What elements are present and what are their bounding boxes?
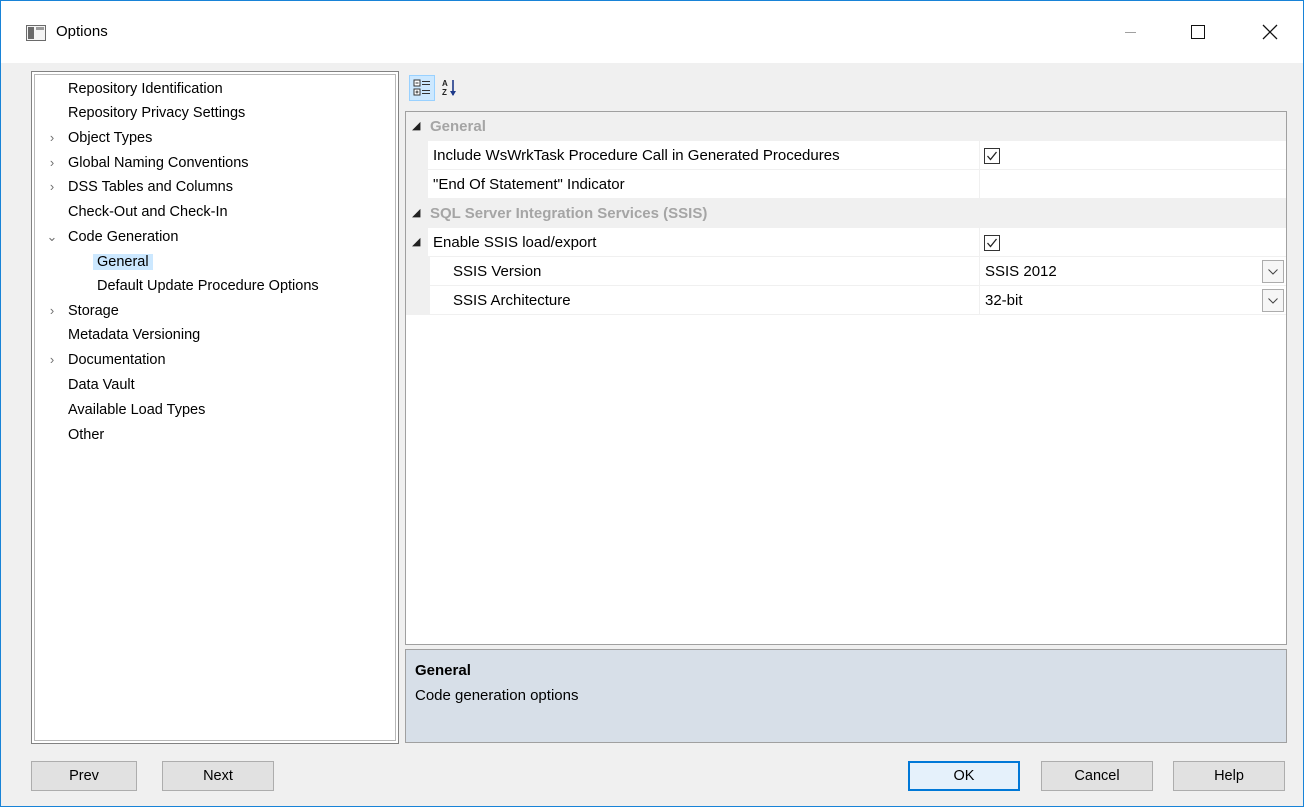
prev-button[interactable]: Prev [31, 761, 137, 791]
chevron-down-icon[interactable]: ⌄ [44, 226, 60, 248]
tree-item-repository-identification[interactable]: Repository Identification [68, 78, 223, 100]
app-window-icon [26, 25, 46, 41]
description-panel: General Code generation options [405, 649, 1287, 743]
tree-item-object-types[interactable]: › Object Types [50, 127, 153, 149]
tree-item-repository-privacy-settings[interactable]: Repository Privacy Settings [68, 102, 245, 124]
tree-item-label: Default Update Procedure Options [97, 278, 319, 294]
category-label: General [430, 118, 486, 135]
property-row-ssis-architecture[interactable]: SSIS Architecture 32-bit [406, 286, 1286, 315]
ssis-architecture-dropdown-button[interactable] [1262, 289, 1284, 312]
maximize-button[interactable] [1175, 1, 1221, 63]
cancel-button[interactable]: Cancel [1041, 761, 1153, 791]
tree-frame: Repository Identification Repository Pri… [34, 74, 396, 741]
options-dialog: Options Repository Identification Reposi… [0, 0, 1304, 807]
tree-item-label: General [93, 254, 153, 270]
property-value-cell [979, 228, 1286, 257]
property-name: SSIS Version [453, 263, 542, 280]
chevron-down-icon [1268, 268, 1278, 275]
checkmark-icon [987, 151, 998, 161]
tree-item-data-vault[interactable]: Data Vault [68, 374, 135, 396]
alphabetical-sort-button[interactable]: A Z [437, 75, 463, 101]
tree-item-label: DSS Tables and Columns [68, 179, 233, 195]
alphabetical-sort-icon: A Z [442, 79, 456, 97]
maximize-icon [1191, 25, 1205, 39]
tree-item-label: Code Generation [68, 229, 179, 245]
tree-item-global-naming-conventions[interactable]: › Global Naming Conventions [50, 152, 249, 174]
chevron-right-icon[interactable]: › [44, 176, 60, 198]
categorized-view-icon [413, 79, 430, 96]
category-label: SQL Server Integration Services (SSIS) [430, 205, 708, 222]
tree-item-storage[interactable]: › Storage [50, 300, 119, 322]
tree-item-general[interactable]: General [93, 251, 153, 273]
chevron-right-icon[interactable]: › [44, 152, 60, 174]
close-icon [1262, 24, 1278, 40]
tree-item-label: Check-Out and Check-In [68, 204, 228, 220]
tree-item-label: Documentation [68, 352, 166, 368]
enable-ssis-checkbox[interactable] [984, 235, 1000, 251]
property-row-end-of-statement[interactable]: "End Of Statement" Indicator [406, 170, 1286, 199]
property-grid-toolbar: A Z [405, 69, 1287, 107]
chevron-right-icon[interactable]: › [44, 127, 60, 149]
categorized-view-button[interactable] [409, 75, 435, 101]
minimize-button[interactable] [1107, 1, 1153, 63]
tree-item-available-load-types[interactable]: Available Load Types [68, 399, 205, 421]
property-row-ssis-version[interactable]: SSIS Version SSIS 2012 [406, 257, 1286, 286]
tree-item-metadata-versioning[interactable]: Metadata Versioning [68, 324, 200, 346]
property-name: "End Of Statement" Indicator [433, 176, 625, 193]
next-button[interactable]: Next [162, 761, 274, 791]
ssis-architecture-select[interactable]: 32-bit [979, 286, 1286, 315]
end-of-statement-value[interactable] [979, 170, 1286, 199]
property-name: Enable SSIS load/export [433, 234, 597, 251]
tree-item-label: Object Types [68, 130, 153, 146]
tree-item-other[interactable]: Other [68, 424, 104, 446]
property-grid-area: A Z ◢ General Include WsWrkTask Procedur… [405, 69, 1287, 743]
window-title: Options [56, 23, 108, 40]
ok-button[interactable]: OK [908, 761, 1020, 791]
property-row-include-wswrktask[interactable]: Include WsWrkTask Procedure Call in Gene… [406, 141, 1286, 170]
tree-item-label: Available Load Types [68, 402, 206, 418]
property-value-cell [979, 141, 1286, 170]
category-ssis[interactable]: ◢ SQL Server Integration Services (SSIS) [406, 199, 1286, 228]
tree-item-dss-tables-and-columns[interactable]: › DSS Tables and Columns [50, 176, 233, 198]
property-name: Include WsWrkTask Procedure Call in Gene… [433, 147, 840, 164]
ssis-version-dropdown-button[interactable] [1262, 260, 1284, 283]
description-title: General [415, 662, 471, 679]
tree-item-code-generation[interactable]: ⌄ Code Generation [47, 226, 179, 248]
tree-item-check-out-and-check-in[interactable]: Check-Out and Check-In [68, 201, 228, 223]
svg-text:A: A [442, 79, 448, 88]
tree-item-label: Data Vault [68, 377, 135, 393]
property-name: SSIS Architecture [453, 292, 571, 309]
options-tree[interactable]: Repository Identification Repository Pri… [31, 71, 399, 744]
tree-item-documentation[interactable]: › Documentation [50, 349, 166, 371]
collapse-triangle-icon[interactable]: ◢ [412, 228, 426, 257]
description-text: Code generation options [415, 687, 579, 704]
svg-text:Z: Z [442, 88, 447, 97]
chevron-right-icon[interactable]: › [44, 349, 60, 371]
tree-item-label: Other [68, 427, 105, 443]
include-wswrktask-checkbox[interactable] [984, 148, 1000, 164]
collapse-triangle-icon[interactable]: ◢ [412, 199, 426, 228]
property-grid[interactable]: ◢ General Include WsWrkTask Procedure Ca… [405, 111, 1287, 645]
tree-item-label: Storage [68, 303, 119, 319]
minimize-icon [1124, 31, 1136, 33]
property-row-enable-ssis[interactable]: ◢ Enable SSIS load/export [406, 228, 1286, 257]
chevron-down-icon [1268, 297, 1278, 304]
ssis-version-select[interactable]: SSIS 2012 [979, 257, 1286, 286]
tree-item-label: Metadata Versioning [68, 327, 201, 343]
collapse-triangle-icon[interactable]: ◢ [412, 112, 426, 141]
checkmark-icon [987, 238, 998, 248]
tree-item-label: Repository Privacy Settings [68, 105, 246, 121]
tree-item-default-update-procedure-options[interactable]: Default Update Procedure Options [97, 275, 319, 297]
tree-item-label: Repository Identification [68, 81, 223, 97]
tree-item-label: Global Naming Conventions [68, 155, 249, 171]
help-button[interactable]: Help [1173, 761, 1285, 791]
chevron-right-icon[interactable]: › [44, 300, 60, 322]
title-bar: Options [1, 1, 1303, 63]
close-button[interactable] [1247, 1, 1293, 63]
category-general[interactable]: ◢ General [406, 112, 1286, 141]
